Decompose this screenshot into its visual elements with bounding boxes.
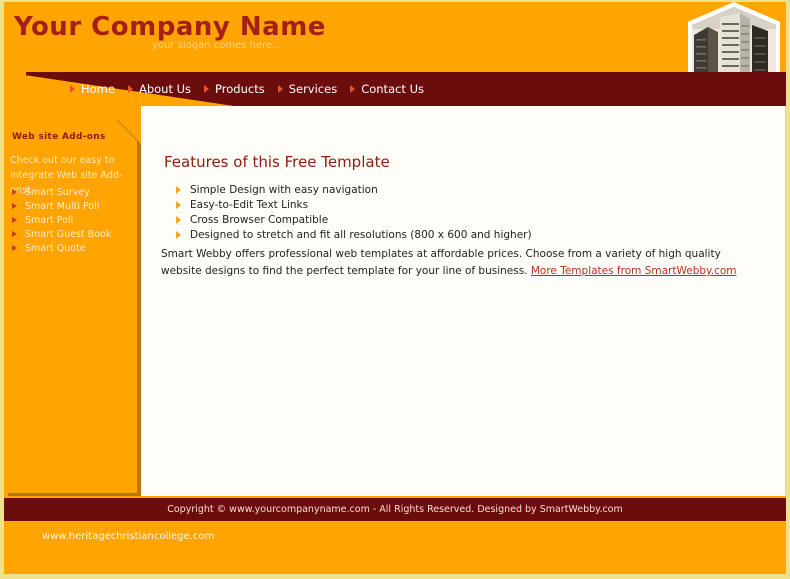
sidebar-heading: Web site Add-ons [12, 132, 106, 142]
content-paragraph: Smart Webby offers professional web temp… [161, 246, 761, 280]
footer-bar: Copyright © www.yourcompanyname.com - Al… [4, 498, 786, 521]
list-item: Designed to stretch and fit all resoluti… [176, 227, 736, 242]
feature-label: Designed to stretch and fit all resoluti… [190, 228, 532, 241]
arrow-right-icon [12, 189, 17, 195]
bottom-area: www.heritagechristiancollege.com [4, 521, 786, 574]
site-header: Your Company Name your slogan comes here… [4, 2, 786, 72]
feature-label: Easy-to-Edit Text Links [190, 198, 309, 211]
arrow-right-icon [176, 230, 181, 239]
nav-label: Contact Us [361, 82, 425, 96]
nav-item-about-us[interactable]: About Us [127, 82, 192, 96]
sidebar-item-smart-survey[interactable]: Smart Survey [12, 185, 137, 199]
sidebar-item-smart-quote[interactable]: Smart Quote [12, 241, 137, 255]
sidebar: Web site Add-ons Check out our easy to i… [4, 117, 137, 493]
main-content: Features of this Free Template Simple De… [141, 106, 786, 496]
copyright-text: Copyright © www.yourcompanyname.com - Al… [167, 504, 623, 515]
nav-item-list: Home About Us Products Services Contact … [70, 72, 437, 106]
arrow-right-icon [176, 185, 181, 194]
list-item: Easy-to-Edit Text Links [176, 197, 736, 212]
arrow-right-icon [12, 203, 17, 209]
sidebar-link-list: Smart Survey Smart Multi Poll Smart Poll… [12, 185, 137, 255]
arrow-right-icon [204, 85, 210, 93]
arrow-right-icon [127, 85, 133, 93]
more-templates-link[interactable]: More Templates from SmartWebby.com [531, 265, 737, 277]
nav-item-contact-us[interactable]: Contact Us [350, 82, 424, 96]
arrow-right-icon [277, 85, 283, 93]
sidebar-item-smart-multi-poll[interactable]: Smart Multi Poll [12, 199, 137, 213]
page-root: Your Company Name your slogan comes here… [0, 0, 790, 579]
list-item: Cross Browser Compatible [176, 212, 736, 227]
arrow-right-icon [12, 245, 17, 251]
content-right-border [785, 106, 786, 496]
sidebar-item-smart-guest-book[interactable]: Smart Guest Book [12, 227, 137, 241]
nav-label: Home [81, 82, 115, 96]
nav-label: Products [215, 82, 265, 96]
feature-label: Simple Design with easy navigation [190, 183, 378, 196]
nav-item-home[interactable]: Home [70, 82, 115, 96]
arrow-right-icon [12, 217, 17, 223]
bottom-url-text: www.heritagechristiancollege.com [42, 531, 215, 542]
feature-list: Simple Design with easy navigation Easy-… [176, 182, 736, 242]
list-item: Simple Design with easy navigation [176, 182, 736, 197]
sidebar-item-smart-poll[interactable]: Smart Poll [12, 213, 137, 227]
sidebar-item-label: Smart Guest Book [25, 228, 112, 240]
nav-label: About Us [138, 82, 192, 96]
nav-item-services[interactable]: Services [277, 82, 338, 96]
header-photo [688, 2, 780, 72]
arrow-right-icon [12, 231, 17, 237]
page-title: Features of this Free Template [164, 153, 390, 171]
arrow-right-icon [70, 85, 75, 93]
arrow-right-icon [350, 85, 356, 93]
site-slogan: your slogan comes here... [152, 40, 282, 51]
sidebar-item-label: Smart Poll [25, 214, 74, 226]
nav-decorative-corner [4, 72, 26, 76]
sidebar-item-label: Smart Multi Poll [25, 200, 100, 212]
sidebar-item-label: Smart Quote [25, 242, 86, 254]
main-navigation: Home About Us Products Services Contact … [4, 72, 786, 106]
sidebar-item-label: Smart Survey [25, 186, 90, 198]
nav-item-products[interactable]: Products [204, 82, 265, 96]
arrow-right-icon [176, 215, 181, 224]
arrow-right-icon [176, 200, 181, 209]
feature-label: Cross Browser Compatible [190, 213, 329, 226]
nav-label: Services [288, 82, 338, 96]
company-name: Your Company Name [14, 12, 326, 42]
